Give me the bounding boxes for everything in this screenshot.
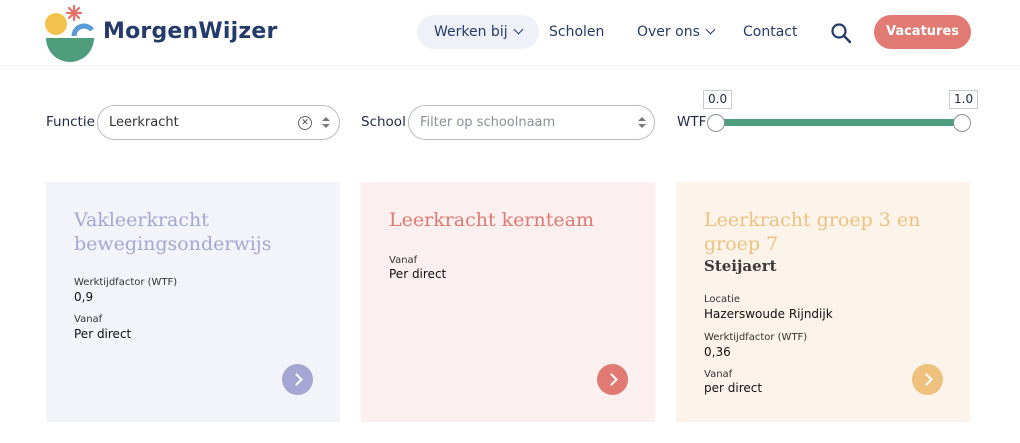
school-select-placeholder: Filter op schoolnaam xyxy=(420,115,556,130)
field-value: 0,36 xyxy=(704,345,731,359)
field-key: Vanaf xyxy=(74,314,103,325)
field-key: Locatie xyxy=(704,294,740,305)
field-value: Per direct xyxy=(389,267,447,281)
wtf-range-track[interactable] xyxy=(716,119,962,126)
field-key: Vanaf xyxy=(704,369,733,380)
functie-select-value: Leerkracht xyxy=(109,115,179,130)
field-key: Werktijdfactor (WTF) xyxy=(74,277,178,288)
brand-name[interactable]: MorgenWijzer xyxy=(103,19,278,44)
chevron-right-icon[interactable] xyxy=(912,364,943,395)
functie-label: Functie xyxy=(46,114,95,130)
vacancy-title[interactable]: Vakleerkracht bewegingsonderwijs xyxy=(74,208,324,256)
chevron-right-icon[interactable] xyxy=(597,364,628,395)
field-value: Hazerswoude Rijndijk xyxy=(704,307,833,321)
nav-werken-bij[interactable]: Werken bij xyxy=(417,15,539,49)
wtf-min-handle[interactable] xyxy=(707,114,725,132)
chevron-down-icon xyxy=(513,24,524,35)
nav-over-ons-label: Over ons xyxy=(637,24,700,40)
vacancy-title[interactable]: Leerkracht groep 3 en groep 7 xyxy=(704,208,954,256)
field-value: Per direct xyxy=(74,327,132,341)
nav-scholen[interactable]: Scholen xyxy=(549,15,604,49)
wtf-min-value: 0.0 xyxy=(703,90,733,109)
morgenwijzer-logo-icon[interactable] xyxy=(44,4,96,62)
nav-scholen-label: Scholen xyxy=(549,24,605,40)
school-name: Steijaert xyxy=(704,257,777,275)
vacatures-button[interactable]: Vacatures xyxy=(874,15,971,49)
nav-contact-label: Contact xyxy=(743,24,798,40)
field-value: 0,9 xyxy=(74,290,94,304)
vacancy-card[interactable]: Leerkracht groep 3 en groep 7 Steijaert … xyxy=(676,182,970,422)
sort-updown-icon xyxy=(322,116,330,130)
school-select[interactable]: Filter op schoolnaam xyxy=(408,105,655,140)
nav-over-ons[interactable]: Over ons xyxy=(637,15,716,49)
field-key: Werktijdfactor (WTF) xyxy=(704,332,808,343)
field-value: per direct xyxy=(704,381,763,395)
school-label: School xyxy=(361,114,406,130)
chevron-right-icon[interactable] xyxy=(282,364,313,395)
vacancy-card[interactable]: Vakleerkracht bewegingsonderwijs Werktij… xyxy=(46,182,340,422)
chevron-down-icon xyxy=(705,24,716,35)
nav-contact[interactable]: Contact xyxy=(743,15,797,49)
search-icon[interactable] xyxy=(830,22,852,44)
sort-updown-icon xyxy=(638,116,646,130)
nav-werken-bij-label: Werken bij xyxy=(434,24,508,40)
field-key: Vanaf xyxy=(389,255,418,266)
clear-icon[interactable]: ✕ xyxy=(298,116,312,130)
wtf-max-handle[interactable] xyxy=(953,114,971,132)
wtf-max-value: 1.0 xyxy=(949,90,979,109)
functie-select[interactable]: Leerkracht ✕ xyxy=(97,105,340,140)
site-header: MorgenWijzer Werken bij Scholen Over ons… xyxy=(0,0,1020,66)
vacancy-title[interactable]: Leerkracht kernteam xyxy=(389,208,639,232)
wtf-label: WTF xyxy=(677,114,707,130)
vacancy-card[interactable]: Leerkracht kernteam Vanaf Per direct xyxy=(361,182,655,422)
